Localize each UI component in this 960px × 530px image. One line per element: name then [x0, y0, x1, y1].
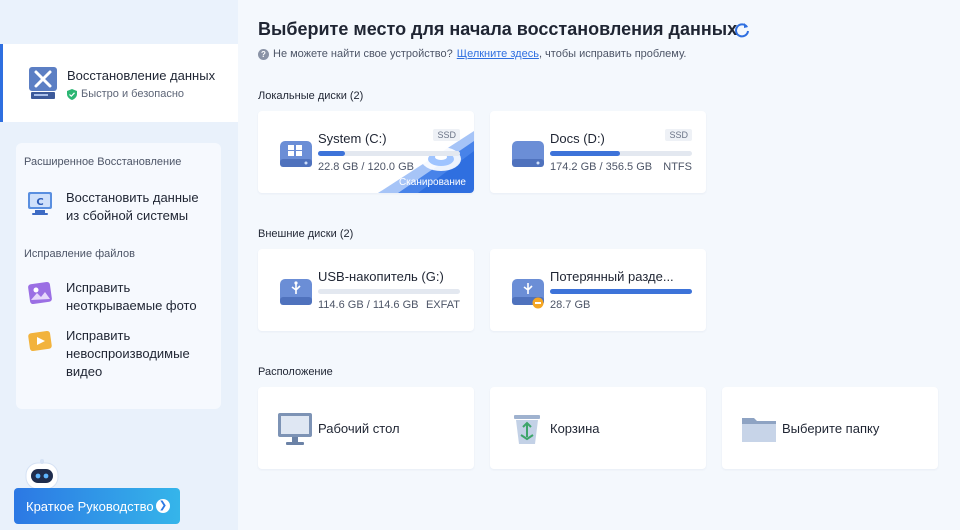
disk-card-lost-partition[interactable]: Потерянный разде... 28.7 GB: [490, 249, 706, 331]
sidebar: Восстановление данных Быстро и безопасно…: [0, 0, 238, 530]
disk-name: Потерянный разде...: [550, 269, 674, 284]
secure-label: Быстро и безопасно: [81, 88, 185, 100]
video-repair-icon: [28, 330, 52, 352]
advanced-recovery-panel: Расширенное Восстановление C Восстановит…: [16, 143, 221, 409]
sidebar-item-sublabel: Быстро и безопасно: [67, 88, 184, 100]
local-disks-heading: Локальные диски (2): [258, 90, 364, 102]
page-title: Выберите место для начала восстановления…: [258, 19, 738, 39]
location-desktop[interactable]: Рабочий стол: [258, 387, 474, 469]
location-heading: Расположение: [258, 366, 333, 378]
fix-device-link[interactable]: Щелкните здесь: [457, 48, 539, 60]
disk-size: 114.6 GB / 114.6 GB: [318, 299, 419, 311]
folder-icon: [742, 418, 776, 442]
disk-usage-fill: [550, 151, 620, 156]
disk-usage-bar: [550, 289, 692, 294]
recycle-bin-icon: [514, 415, 540, 444]
disk-usage-fill: [550, 289, 692, 294]
disk-filesystem: NTFS: [663, 161, 692, 173]
hard-drive-icon: [512, 141, 544, 167]
disk-usage-fill: [318, 151, 345, 156]
device-hint: ? Не можете найти свое устройство? Щелкн…: [258, 48, 686, 60]
disk-type-badge: SSD: [665, 129, 692, 141]
section-file-repair: Исправление файлов: [24, 248, 135, 260]
disk-name: Docs (D:): [550, 131, 605, 146]
disk-name: USB-накопитель (G:): [318, 269, 444, 284]
disk-filesystem: EXFAT: [425, 299, 460, 311]
main-content: Выберите место для начала восстановления…: [238, 0, 960, 530]
shield-check-icon: [67, 88, 77, 100]
repair-video-label: Исправить невоспроизводимые видео: [66, 328, 190, 379]
sidebar-item-repair-photo[interactable]: Исправить неоткрываемые фото: [26, 279, 206, 315]
lost-partition-icon: [512, 279, 544, 309]
repair-photo-label: Исправить неоткрываемые фото: [66, 280, 197, 313]
sidebar-item-crashed-system[interactable]: C Восстановить данные из сбойной системы: [26, 189, 206, 225]
disk-usage-bar: [318, 151, 460, 156]
sidebar-item-repair-video[interactable]: Исправить невоспроизводимые видео: [26, 327, 206, 381]
svg-text:C: C: [36, 197, 43, 208]
disk-type-badge: SSD: [433, 129, 460, 141]
crashed-pc-icon: C: [28, 192, 52, 215]
windows-drive-icon: [280, 141, 312, 167]
quick-guide-label: Краткое Руководство: [26, 498, 154, 514]
disk-name: System (C:): [318, 131, 387, 146]
sidebar-item-data-recovery[interactable]: Восстановление данных Быстро и безопасно: [0, 44, 238, 122]
disk-size: 28.7 GB: [550, 299, 591, 311]
disk-size: 22.8 GB / 120.0 GB: [318, 161, 415, 173]
location-recycle-bin[interactable]: Корзина: [490, 387, 706, 469]
disk-usage-bar: [318, 289, 460, 294]
tools-icon: [29, 67, 57, 99]
disk-size: 174.2 GB / 356.5 GB: [550, 161, 653, 173]
chevron-right-icon: ❯: [156, 499, 170, 513]
sidebar-item-label: Восстановление данных: [67, 68, 216, 83]
disk-card-system-c[interactable]: System (C:) SSD 22.8 GB / 120.0 GB Скани…: [258, 111, 474, 193]
usb-drive-icon: [280, 279, 312, 305]
section-advanced-recovery: Расширенное Восстановление: [24, 156, 182, 168]
sidebar-header: [0, 0, 238, 44]
location-name: Выберите папку: [782, 421, 880, 436]
refresh-icon[interactable]: [734, 22, 750, 38]
disk-card-docs-d[interactable]: Docs (D:) SSD 174.2 GB / 356.5 GB NTFS: [490, 111, 706, 193]
disk-usage-bar: [550, 151, 692, 156]
external-disks-heading: Внешние диски (2): [258, 228, 354, 240]
scanning-label: Сканирование: [398, 177, 466, 188]
location-name: Корзина: [550, 421, 600, 436]
disk-card-usb-g[interactable]: USB-накопитель (G:) 114.6 GB / 114.6 GB …: [258, 249, 474, 331]
location-name: Рабочий стол: [318, 421, 400, 436]
photo-repair-icon: [28, 281, 52, 305]
location-choose-folder[interactable]: Выберите папку: [722, 387, 938, 469]
quick-guide-button[interactable]: Краткое Руководство ❯: [14, 488, 180, 524]
question-icon: ?: [258, 48, 269, 60]
monitor-icon: [278, 413, 312, 445]
hint-suffix: , чтобы исправить проблему.: [538, 48, 687, 60]
hint-text: Не можете найти свое устройство?: [273, 48, 453, 60]
crashed-system-label: Восстановить данные из сбойной системы: [66, 190, 199, 223]
